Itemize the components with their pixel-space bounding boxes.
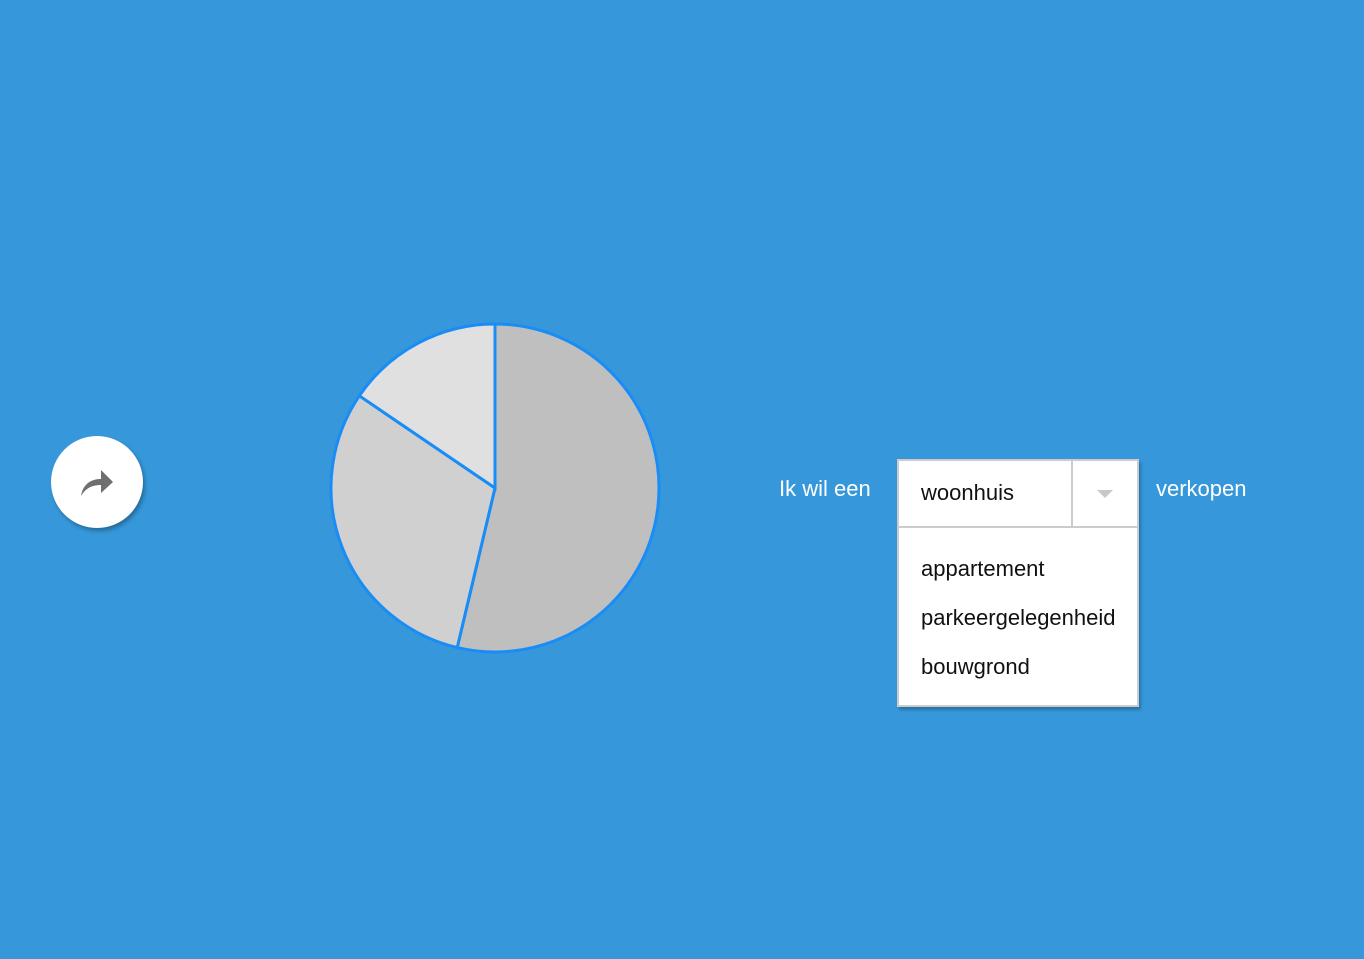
select-header[interactable]: woonhuis — [899, 461, 1137, 528]
chevron-down-icon — [1097, 489, 1113, 498]
share-forward-icon — [81, 470, 113, 496]
selected-value: woonhuis — [899, 461, 1073, 526]
dropdown-toggle[interactable] — [1073, 461, 1137, 526]
property-type-select[interactable]: woonhuis appartement parkeergelegenheid … — [897, 459, 1139, 707]
option-parkeergelegenheid[interactable]: parkeergelegenheid — [899, 593, 1137, 642]
options-list: appartement parkeergelegenheid bouwgrond — [899, 528, 1137, 705]
pie-chart — [329, 322, 661, 654]
option-appartement[interactable]: appartement — [899, 544, 1137, 593]
sentence-prefix: Ik wil een — [779, 476, 871, 501]
share-button[interactable] — [51, 436, 143, 528]
sentence-suffix: verkopen — [1156, 476, 1247, 501]
option-bouwgrond[interactable]: bouwgrond — [899, 642, 1137, 691]
